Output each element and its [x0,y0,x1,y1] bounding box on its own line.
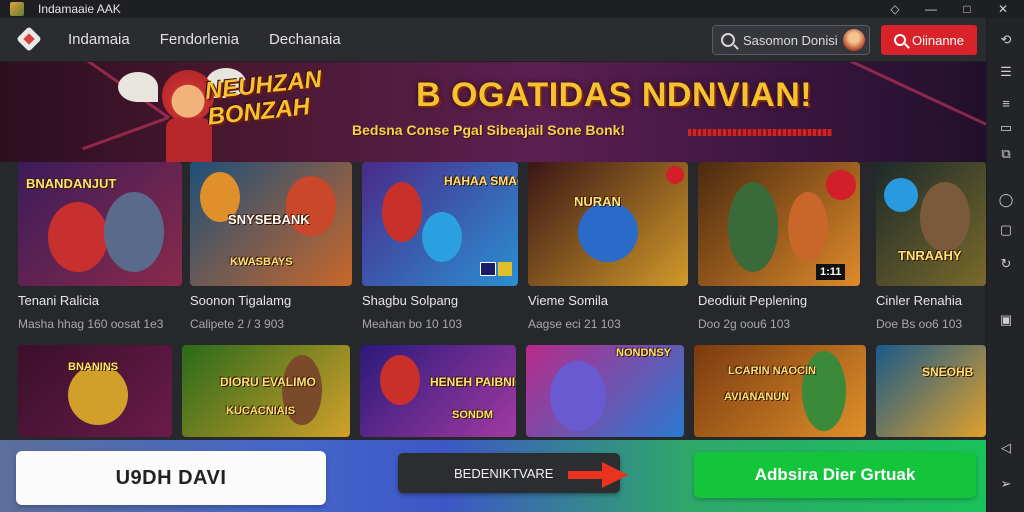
maximize-icon[interactable]: □ [960,2,974,16]
game-meta: Calipete 2 / 3 903 [190,317,285,331]
game-title: Shagbu Solpang [362,293,459,308]
refresh-icon[interactable]: ↻ [997,256,1015,272]
game-card[interactable]: HAHAA SMAGON Shagbu Solpang Meahan bo 10… [362,162,518,331]
banner-progress-bar [688,129,832,136]
game-thumbnail[interactable]: 1:11 [698,162,860,286]
search-icon [721,33,735,47]
send-icon[interactable]: ➢ [997,476,1015,492]
game-thumbnail[interactable]: HENEH PAIBNIG SONDM [360,345,516,437]
promo-banner[interactable]: NEUHZAN BONZAH B OGATIDAS NDNVIAN! Bedsn… [0,62,986,162]
game-thumbnail[interactable]: BNANINS [18,345,172,437]
game-meta: Doo 2g oou6 103 [698,317,791,331]
top-nav: Indamaia Fendorlenia Dechanaia Sasomon D… [0,18,986,62]
game-meta: Masha hhag 160 oosat 1e3 [18,317,164,331]
game-thumbnail[interactable]: HAHAA SMAGON [362,162,518,286]
app-logo-icon [10,2,24,16]
game-meta: Doe Bs oo6 103 [876,317,963,331]
minimize-icon[interactable]: — [924,2,938,16]
close-icon[interactable]: ✕ [996,2,1010,16]
chat-icon[interactable]: ◯ [997,192,1015,208]
search-input[interactable]: Sasomon Donisi [712,25,870,55]
nav-link-1[interactable]: Indamaia [68,31,130,48]
main-content: NEUHZAN BONZAH B OGATIDAS NDNVIAN! Bedsn… [0,62,986,512]
game-thumbnail[interactable]: NONDNSY [526,345,684,437]
signin-button[interactable]: Oiinanne [881,25,977,55]
back-icon[interactable]: ⟲ [997,32,1015,48]
game-thumbnail[interactable]: NURAN [528,162,688,286]
banner-title: B OGATIDAS NDNVIAN! [416,76,813,114]
window-title: Indamaaie AAK [38,2,121,16]
game-title: Soonon Tigalamg [190,293,292,308]
search-icon-small [893,34,906,46]
game-card[interactable]: TNRAAHY Cinler Renahia Doe Bs oo6 103 [876,162,986,331]
window-controls: ◇ — □ ✕ [888,0,1010,18]
screen-icon[interactable]: ▢ [997,222,1015,238]
game-title: Cinler Renahia [876,293,962,308]
window-split-icon[interactable]: ▭ [997,120,1015,136]
game-thumbnail[interactable]: SNYSEBANK KWASBAYS [190,162,352,286]
game-thumbnail[interactable]: BNANDANJUT [18,162,182,286]
game-row-featured: BNANDANJUT Tenani Ralicia Masha hhag 160… [18,162,986,332]
game-thumbnail[interactable]: SNEOHB [876,345,986,437]
game-row-more: BNANINS DIORU EVALIMO KUCACNIAIS HENEH P… [18,345,986,440]
search-text: Sasomon Donisi [743,32,838,48]
window-titlebar: Indamaaie AAK ◇ — □ ✕ [0,0,1024,18]
game-card[interactable]: 1:11 Deodiuit Peplening Doo 2g oou6 103 [698,162,860,331]
game-title: Deodiuit Peplening [698,293,808,308]
download-button[interactable]: U9DH DAVI [16,451,326,505]
pin-icon[interactable]: ◇ [888,2,902,16]
game-thumbnail[interactable]: LCARIN NAOCIN AVIANANUN [694,345,866,437]
copy-icon[interactable]: ⧉ [997,146,1015,162]
game-thumbnail[interactable]: DIORU EVALIMO KUCACNIAIS [182,345,350,437]
game-meta: Meahan bo 10 103 [362,317,463,331]
menu-icon[interactable]: ☰ [997,64,1015,80]
banner-subtitle: Bedsna Conse Pgal Sibeajail Sone Bonk! [352,122,626,138]
game-card[interactable]: BNANDANJUT Tenani Ralicia Masha hhag 160… [18,162,182,331]
game-card[interactable]: SNYSEBANK KWASBAYS Soonon Tigalamg Calip… [190,162,352,331]
volume-icon[interactable]: ◁ [997,440,1015,456]
game-title: Vieme Somila [528,293,608,308]
sort-icon[interactable]: ≡ [997,96,1015,112]
avatar[interactable] [843,29,865,51]
install-button[interactable]: Adbsira Dier Grtuak [694,452,976,498]
game-title: Tenani Ralicia [18,293,99,308]
right-sidebar: ⟲ ☰ ≡ ▭ ⧉ ◯ ▢ ↻ ▣ ◁ ➢ [986,18,1024,512]
box-icon[interactable]: ▣ [997,312,1015,328]
nav-link-3[interactable]: Dechanaia [269,31,341,48]
arrow-right-icon [568,462,628,488]
game-card[interactable]: NURAN Vieme Somila Aagse eci 21 103 [528,162,688,331]
banner-logo-text: NEUHZAN BONZAH [203,65,324,131]
game-meta: Aagse eci 21 103 [528,317,621,331]
store-logo-icon[interactable] [14,24,46,56]
action-bar: U9DH DAVI BEDENIKTVARE Adbsira Dier Grtu… [0,440,986,512]
nav-link-2[interactable]: Fendorlenia [160,31,239,48]
game-thumbnail[interactable]: TNRAAHY [876,162,986,286]
signin-label: Oiinanne [911,32,965,48]
